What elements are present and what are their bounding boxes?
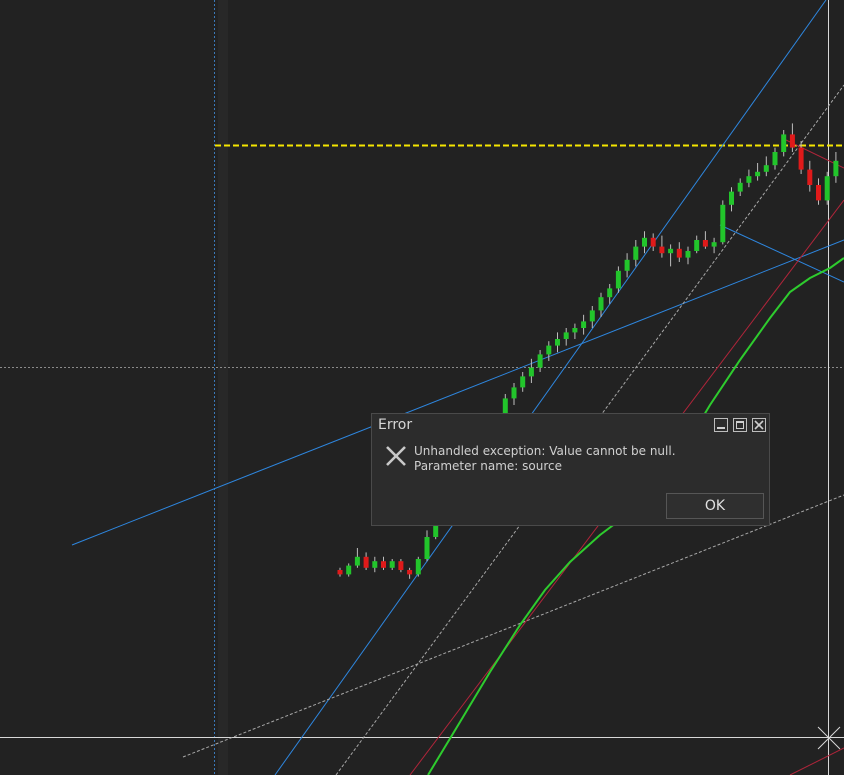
candle-body	[346, 565, 352, 575]
candle-body	[372, 561, 378, 568]
candle-body	[546, 345, 552, 355]
candle-body	[354, 556, 360, 566]
candle-body	[642, 237, 647, 247]
candle-body	[729, 191, 734, 205]
candle-body	[589, 310, 595, 322]
ok-button[interactable]: OK	[666, 493, 764, 519]
candle-body	[781, 134, 787, 152]
candle-body	[381, 561, 386, 568]
candle-body	[711, 242, 717, 247]
candle-body	[415, 559, 421, 575]
error-message-line-1: Unhandled exception: Value cannot be nul…	[414, 444, 676, 458]
candle-body	[511, 387, 517, 399]
candle-body	[694, 240, 700, 251]
candle-body	[633, 246, 639, 260]
candle-body	[424, 537, 430, 559]
blue-trendline-steep	[274, 0, 827, 775]
candle-body	[407, 570, 413, 575]
close-icon[interactable]	[752, 418, 766, 432]
red-trendline-bottom	[789, 747, 844, 775]
candle-body	[572, 328, 578, 333]
candle-body	[789, 134, 795, 148]
candle-body	[528, 367, 534, 377]
candle-body	[668, 248, 674, 254]
candle-body	[659, 246, 665, 254]
maximize-icon[interactable]	[733, 418, 747, 432]
candle-body	[807, 169, 813, 185]
candle-body	[650, 237, 656, 247]
candle-body	[607, 288, 613, 298]
candle-body	[746, 176, 752, 183]
candle-body	[398, 561, 404, 570]
left-axis-strip	[218, 0, 228, 775]
candle-body	[772, 152, 778, 166]
price-chart[interactable]	[0, 0, 844, 775]
minimize-icon[interactable]	[714, 418, 728, 432]
candle-body	[737, 182, 743, 192]
candle-body	[755, 171, 761, 177]
candle-body	[816, 185, 821, 201]
candle-body	[520, 376, 526, 388]
candle-body	[824, 176, 830, 201]
dialog-title: Error	[378, 417, 413, 433]
error-message-line-2: Parameter name: source	[414, 459, 562, 473]
candle-body	[624, 259, 630, 271]
candle-body	[363, 556, 369, 568]
candle-body	[537, 354, 543, 368]
gray-dashed-channel-lower	[182, 494, 844, 758]
candle-body	[763, 165, 769, 172]
candle-body	[685, 251, 691, 258]
x-mark-icon	[386, 446, 406, 466]
candle-body	[563, 332, 569, 339]
blue-trendline-short	[719, 224, 844, 283]
candle-body	[598, 297, 604, 311]
candle-body	[833, 160, 839, 177]
error-message: Unhandled exception: Value cannot be nul…	[414, 444, 676, 474]
candle-body	[337, 570, 343, 575]
candle-body	[676, 248, 682, 258]
error-dialog: Error Unhandled exception: Value cannot …	[371, 413, 770, 526]
candle-body	[555, 339, 560, 346]
candle-body	[798, 147, 804, 170]
candle-body	[581, 321, 587, 328]
candle-body	[720, 204, 726, 243]
candle-body	[615, 270, 621, 289]
candle-body	[389, 561, 395, 568]
candle-body	[702, 240, 708, 247]
